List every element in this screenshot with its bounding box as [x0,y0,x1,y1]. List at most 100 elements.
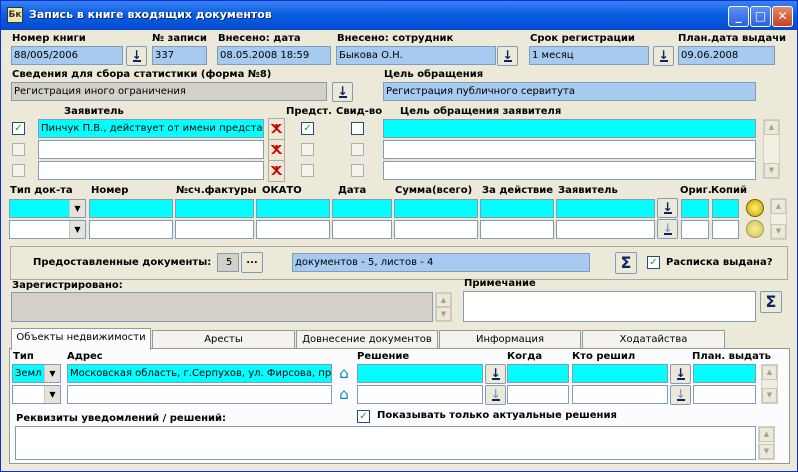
entered-by-dropdown-button[interactable]: ↓ [497,46,518,66]
doc-number-field[interactable] [89,220,173,239]
scroll-up-icon[interactable]: ▲ [759,427,774,442]
doc-date-field[interactable] [332,199,392,218]
tab-add-docs[interactable]: Довнесение документов [296,330,438,349]
house-icon[interactable]: ⌂ [334,364,354,384]
invoice-field[interactable] [175,199,254,218]
obj-decision-dropdown-button[interactable]: ↓ [485,385,506,405]
obj-who-field[interactable] [572,364,668,383]
doc-applicant-dropdown-button[interactable]: ↓ [657,219,678,239]
sum-field[interactable] [394,199,478,218]
scroll-down-icon[interactable]: ▼ [764,163,779,178]
obj-decision-field[interactable] [357,385,483,404]
provided-docs-more-button[interactable]: ... [241,252,263,273]
docs-scrollbar[interactable]: ▲ ▼ [770,198,787,240]
sum-field[interactable] [394,220,478,239]
note-field[interactable] [463,291,756,322]
chevron-down-icon[interactable]: ▼ [69,221,85,238]
scroll-down-icon[interactable]: ▼ [771,224,786,239]
scroll-up-icon[interactable]: ▲ [436,293,451,307]
obj-address-field[interactable] [67,385,332,404]
note-sum-button[interactable]: Σ [760,291,782,313]
book-number-field[interactable]: 88/005/2006 [11,46,123,65]
obj-type-combo[interactable]: ▼ [12,385,61,404]
applicant-row-checkbox[interactable] [12,143,25,156]
doc-type-combo[interactable]: ▼ [9,220,86,239]
registered-scrollbar[interactable]: ▲ ▼ [435,292,452,322]
orig-field[interactable] [681,220,709,239]
receipt-checkbox[interactable]: ✓ [647,256,660,269]
purpose-field[interactable]: Регистрация публичного сервитута [383,82,756,101]
house-icon[interactable]: ⌂ [334,385,354,405]
okato-field[interactable] [256,199,330,218]
obj-decision-field[interactable] [357,364,483,383]
scroll-down-icon[interactable]: ▼ [759,444,774,459]
save-disk-icon[interactable] [746,199,764,217]
obj-who-dropdown-button[interactable]: ↓ [670,364,691,384]
obj-type-combo[interactable]: Земл ▼ [12,364,61,383]
scroll-down-icon[interactable]: ▼ [436,307,451,321]
close-button[interactable]: ✕ [772,6,793,27]
chevron-down-icon[interactable]: ▼ [69,200,85,217]
doc-applicant-dropdown-button[interactable]: ↓ [657,198,678,218]
applicant-repr-checkbox[interactable]: ✓ [301,122,314,135]
tab-info[interactable]: Информация [439,330,581,349]
obj-plan-field[interactable] [693,364,756,383]
for-action-field[interactable] [480,220,554,239]
notice-field[interactable] [15,426,756,460]
applicant-purpose-field[interactable] [383,140,756,159]
tab-objects[interactable]: Объекты недвижимости [11,328,151,350]
save-disk-icon[interactable] [746,220,764,238]
provided-sum-button[interactable]: Σ [615,252,637,274]
applicant-name-field[interactable] [38,161,264,180]
show-actual-checkbox[interactable]: ✓ [357,410,370,423]
chevron-down-icon[interactable]: ▼ [44,386,60,403]
doc-number-field[interactable] [89,199,173,218]
remove-applicant-icon[interactable]: ⵅ [268,139,285,161]
notice-scrollbar[interactable]: ▲ ▼ [758,426,775,460]
orig-field[interactable] [681,199,709,218]
obj-when-field[interactable] [507,385,569,404]
applicant-cert-checkbox[interactable] [351,164,364,177]
remove-applicant-icon[interactable]: ⵅ [268,160,285,182]
scroll-down-icon[interactable]: ▼ [762,388,777,403]
applicant-row-checkbox[interactable] [12,164,25,177]
book-number-dropdown-button[interactable]: ↓ [126,46,147,66]
applicant-repr-checkbox[interactable] [301,164,314,177]
minimize-button[interactable]: _ [728,6,749,27]
scroll-up-icon[interactable]: ▲ [771,199,786,214]
applicant-purpose-field[interactable] [383,119,756,138]
applicant-cert-checkbox[interactable] [351,143,364,156]
applicant-cert-checkbox[interactable] [351,122,364,135]
obj-who-field[interactable] [572,385,668,404]
reg-term-dropdown-button[interactable]: ↓ [653,46,674,66]
applicant-name-field[interactable]: Пинчук П.В., действует от имени представ… [38,119,264,138]
doc-date-field[interactable] [332,220,392,239]
applicant-row-checkbox[interactable]: ✓ [12,122,25,135]
okato-field[interactable] [256,220,330,239]
record-number-field[interactable]: 337 [152,46,207,65]
reg-term-field[interactable]: 1 месяц [529,46,649,65]
copies-field[interactable] [712,199,739,218]
copies-field[interactable] [712,220,739,239]
doc-type-combo[interactable]: ▼ [9,199,86,218]
tab-petitions[interactable]: Ходатайства [582,330,725,349]
scroll-up-icon[interactable]: ▲ [764,120,779,135]
doc-applicant-field[interactable] [556,220,655,239]
objects-scrollbar[interactable]: ▲ ▼ [761,364,778,404]
obj-when-field[interactable] [507,364,569,383]
applicant-purpose-field[interactable] [383,161,756,180]
invoice-field[interactable] [175,220,254,239]
for-action-field[interactable] [480,199,554,218]
entered-date-field[interactable]: 08.05.2008 18:59 [217,46,331,65]
stats-field[interactable]: Регистрация иного ограничения [11,82,327,101]
entered-by-field[interactable]: Быкова О.Н. [336,46,496,65]
chevron-down-icon[interactable]: ▼ [44,365,60,382]
applicants-scrollbar[interactable]: ▲ ▼ [763,119,780,179]
applicant-repr-checkbox[interactable] [301,143,314,156]
maximize-button[interactable]: □ [750,6,771,27]
doc-applicant-field[interactable] [556,199,655,218]
obj-address-field[interactable]: Московская область, г.Серпухов, ул. Фирс… [67,364,332,383]
applicant-name-field[interactable] [38,140,264,159]
tab-arrests[interactable]: Аресты [152,330,295,349]
remove-applicant-icon[interactable]: ⵅ [268,118,285,140]
